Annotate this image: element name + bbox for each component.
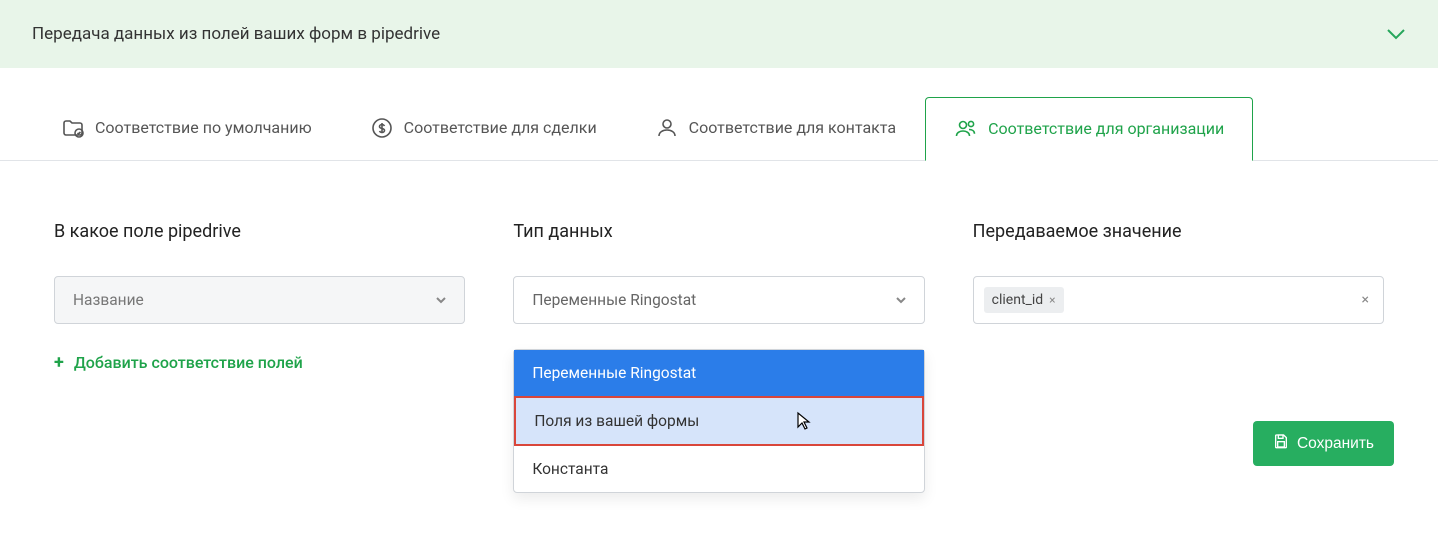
tab-deal-mapping[interactable]: Соответствие для сделки — [341, 96, 626, 160]
value-input[interactable]: client_id × × — [973, 276, 1384, 324]
plus-icon: + — [54, 352, 64, 373]
dollar-circle-icon — [370, 116, 394, 140]
value-tag: client_id × — [984, 287, 1064, 313]
chevron-down-icon — [1386, 25, 1406, 44]
section-header[interactable]: Передача данных из полей ваших форм в pi… — [0, 0, 1438, 68]
column-value: Передаваемое значение client_id × × — [973, 221, 1384, 373]
tag-text: client_id — [992, 292, 1044, 308]
save-floppy-icon — [1273, 433, 1289, 454]
dropdown-option-constant[interactable]: Константа — [514, 446, 923, 492]
dropdown-option-label: Поля из вашей формы — [534, 412, 699, 430]
input-clear-icon[interactable]: × — [1362, 292, 1369, 308]
people-icon — [954, 116, 978, 140]
column-data-type: Тип данных Переменные Ringostat Переменн… — [513, 221, 924, 373]
tab-label: Соответствие по умолчанию — [95, 118, 312, 137]
chevron-down-icon — [896, 291, 906, 309]
add-mapping-button[interactable]: + Добавить соответствие полей — [54, 352, 465, 373]
column-label: Тип данных — [513, 221, 924, 242]
select-value: Переменные Ringostat — [532, 291, 696, 309]
pipedrive-field-select[interactable]: Название — [54, 276, 465, 324]
select-value: Название — [73, 291, 144, 309]
column-pipedrive-field: В какое поле pipedrive Название + Добави… — [54, 221, 465, 373]
tab-label: Соответствие для сделки — [404, 118, 597, 137]
column-label: Передаваемое значение — [973, 221, 1384, 242]
chevron-down-icon — [436, 291, 446, 309]
save-button[interactable]: Сохранить — [1253, 421, 1394, 466]
dropdown-option-form-fields[interactable]: Поля из вашей формы — [514, 396, 923, 446]
mapping-row: В какое поле pipedrive Название + Добави… — [0, 161, 1438, 413]
section-title: Передача данных из полей ваших форм в pi… — [32, 24, 440, 44]
save-label: Сохранить — [1297, 435, 1374, 453]
person-icon — [655, 116, 679, 140]
folder-check-icon — [61, 116, 85, 140]
tag-remove-icon[interactable]: × — [1049, 293, 1055, 307]
dropdown-option-ringostat-vars[interactable]: Переменные Ringostat — [514, 350, 923, 396]
tab-organization-mapping[interactable]: Соответствие для организации — [925, 97, 1253, 161]
tab-contact-mapping[interactable]: Соответствие для контакта — [626, 96, 925, 160]
tab-bar: Соответствие по умолчанию Соответствие д… — [0, 96, 1438, 161]
data-type-select[interactable]: Переменные Ringostat — [513, 276, 924, 324]
data-type-dropdown: Переменные Ringostat Поля из вашей формы… — [513, 349, 924, 493]
tab-label: Соответствие для организации — [988, 119, 1224, 138]
tab-label: Соответствие для контакта — [689, 118, 896, 137]
column-label: В какое поле pipedrive — [54, 221, 465, 242]
add-mapping-label: Добавить соответствие полей — [74, 353, 303, 372]
cursor-icon — [796, 411, 812, 431]
tab-default-mapping[interactable]: Соответствие по умолчанию — [32, 96, 341, 160]
